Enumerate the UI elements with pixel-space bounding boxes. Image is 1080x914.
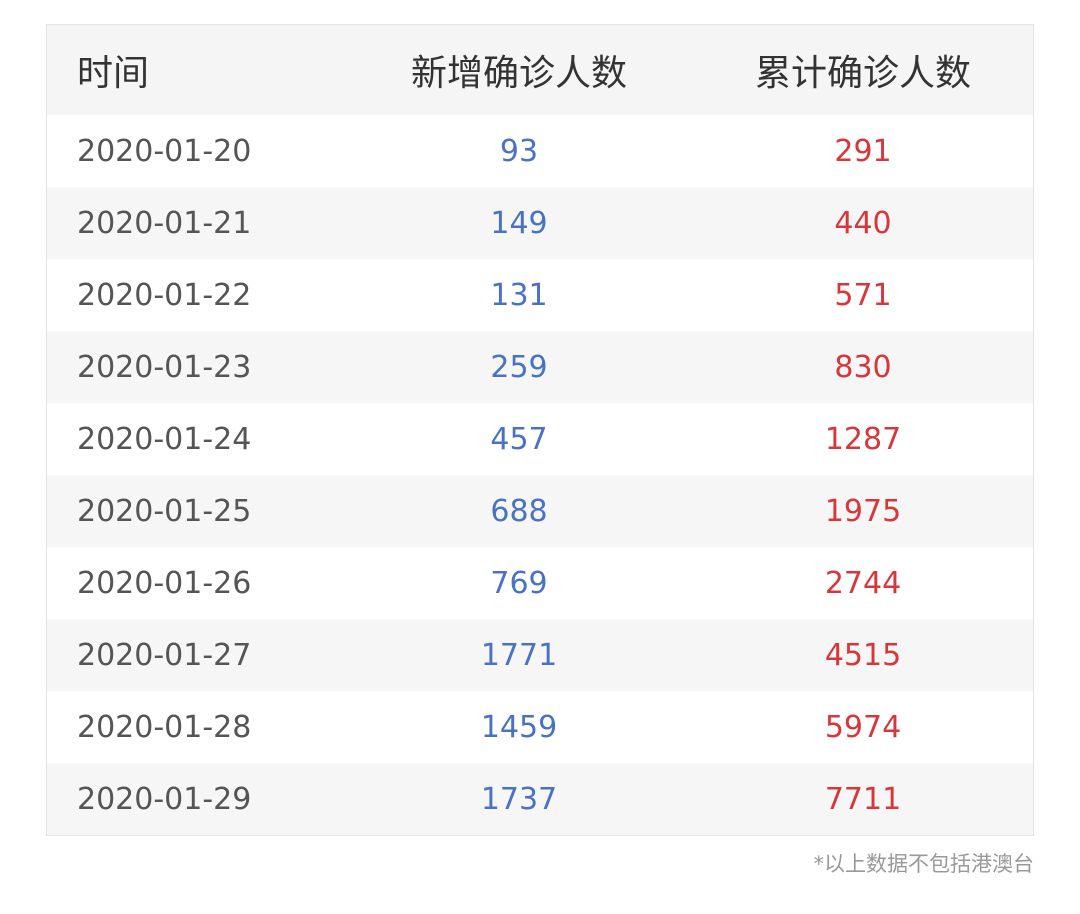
table-row: 2020-01-28 1459 5974	[47, 691, 1033, 763]
header-time: 时间	[77, 53, 150, 94]
cell-new-confirmed: 1459	[480, 709, 558, 745]
cell-total-confirmed: 5974	[824, 709, 902, 745]
header-total-confirmed: 累计确诊人数	[754, 53, 971, 94]
cell-date: 2020-01-24	[77, 421, 252, 457]
confirmed-cases-table-container: 时间 新增确诊人数 累计确诊人数 2020-01-20 93 291 2020-…	[46, 24, 1034, 836]
cell-new-confirmed: 93	[499, 133, 539, 169]
cell-new-confirmed: 688	[490, 493, 548, 529]
cell-date: 2020-01-25	[77, 493, 252, 529]
cell-total-confirmed: 1287	[824, 421, 902, 457]
cell-date: 2020-01-20	[77, 133, 252, 169]
table-row: 2020-01-22 131 571	[47, 259, 1033, 331]
table-row: 2020-01-23 259 830	[47, 331, 1033, 403]
cell-date: 2020-01-28	[77, 709, 252, 745]
cell-new-confirmed: 769	[490, 565, 548, 601]
table-header-row: 时间 新增确诊人数 累计确诊人数	[47, 25, 1033, 115]
table-header: 时间 新增确诊人数 累计确诊人数	[47, 25, 1033, 115]
cell-date: 2020-01-29	[77, 781, 252, 817]
table-row: 2020-01-29 1737 7711	[47, 763, 1033, 835]
cell-date: 2020-01-22	[77, 277, 252, 313]
cell-new-confirmed: 131	[490, 277, 548, 313]
table-body: 2020-01-20 93 291 2020-01-21 149 440 202…	[47, 115, 1033, 835]
cell-new-confirmed: 259	[490, 349, 548, 385]
cell-total-confirmed: 571	[834, 277, 892, 313]
table-row: 2020-01-25 688 1975	[47, 475, 1033, 547]
table-row: 2020-01-21 149 440	[47, 187, 1033, 259]
cell-total-confirmed: 1975	[824, 493, 902, 529]
cell-new-confirmed: 457	[490, 421, 548, 457]
cell-total-confirmed: 830	[834, 349, 892, 385]
cell-date: 2020-01-27	[77, 637, 252, 673]
cell-date: 2020-01-21	[77, 205, 252, 241]
cell-total-confirmed: 4515	[824, 637, 902, 673]
cell-date: 2020-01-26	[77, 565, 252, 601]
table-row: 2020-01-20 93 291	[47, 115, 1033, 187]
cell-new-confirmed: 1737	[480, 781, 558, 817]
table-row: 2020-01-24 457 1287	[47, 403, 1033, 475]
footnote: *以上数据不包括港澳台	[813, 852, 1035, 876]
table-row: 2020-01-26 769 2744	[47, 547, 1033, 619]
cell-date: 2020-01-23	[77, 349, 252, 385]
table-row: 2020-01-27 1771 4515	[47, 619, 1033, 691]
cell-new-confirmed: 1771	[480, 637, 558, 673]
cell-total-confirmed: 440	[834, 205, 892, 241]
cell-total-confirmed: 291	[834, 133, 892, 169]
header-new-confirmed: 新增确诊人数	[410, 53, 627, 94]
cell-total-confirmed: 7711	[824, 781, 902, 817]
cell-new-confirmed: 149	[490, 205, 548, 241]
cell-total-confirmed: 2744	[824, 565, 902, 601]
confirmed-cases-table: 时间 新增确诊人数 累计确诊人数 2020-01-20 93 291 2020-…	[47, 25, 1033, 835]
